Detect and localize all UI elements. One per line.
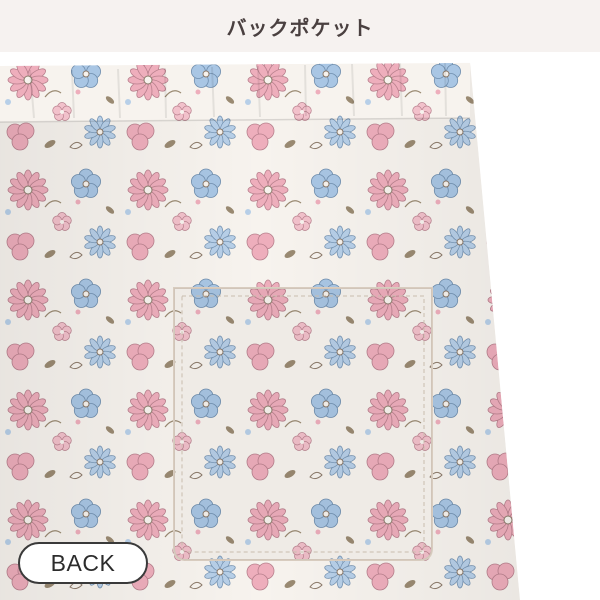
product-image-panel: バックポケット BACK bbox=[0, 0, 600, 600]
floral-fabric-illustration bbox=[0, 52, 600, 600]
back-view-label: BACK bbox=[50, 549, 116, 576]
header-bar: バックポケット bbox=[0, 0, 600, 52]
back-view-badge: BACK bbox=[18, 542, 148, 584]
page-title: バックポケット bbox=[226, 15, 374, 40]
product-photo bbox=[0, 52, 600, 600]
